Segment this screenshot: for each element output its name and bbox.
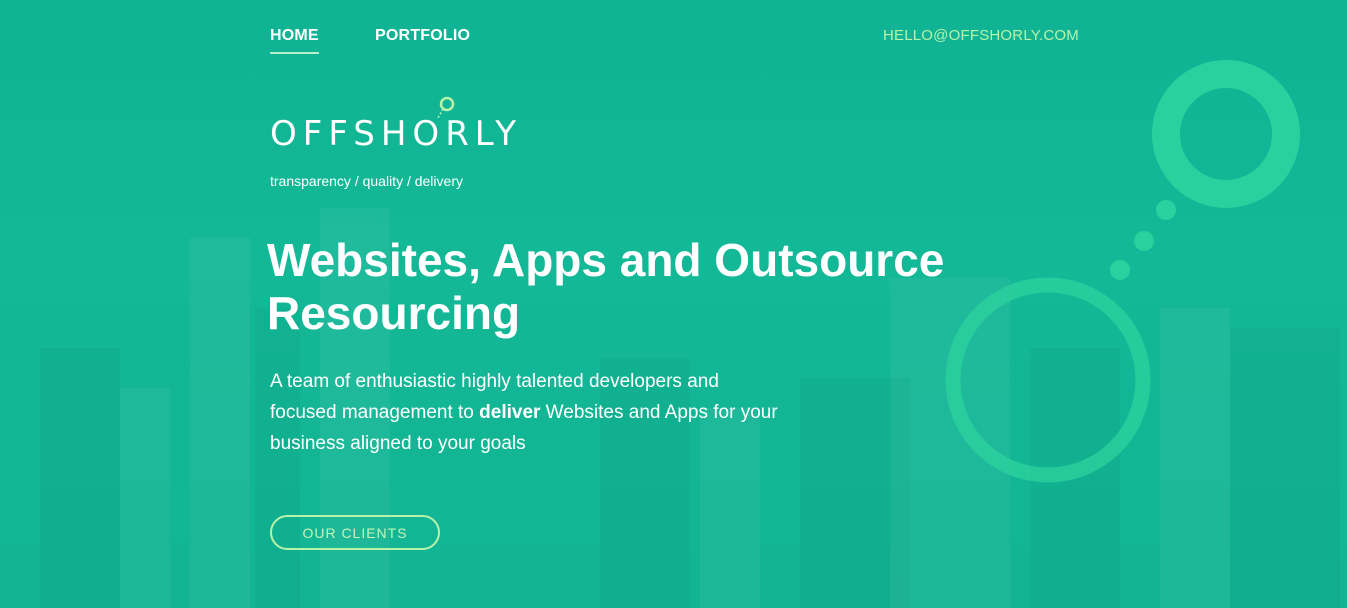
our-clients-button[interactable]: OUR CLIENTS [270,515,440,550]
top-nav: HOME PORTFOLIO HELLO@OFFSHORLY.COM [270,27,1079,57]
tagline: transparency / quality / delivery [270,173,463,189]
logo[interactable]: OFFSHORLY [270,96,530,156]
nav-portfolio[interactable]: PORTFOLIO [375,27,470,45]
email-link[interactable]: HELLO@OFFSHORLY.COM [883,27,1079,44]
ring-icon [437,96,455,119]
nav-home[interactable]: HOME [270,27,319,54]
hero-headline: Websites, Apps and Outsource Resourcing [267,234,945,339]
hero-description: A team of enthusiastic highly talented d… [270,371,778,454]
description-emphasis: deliver [479,402,541,423]
